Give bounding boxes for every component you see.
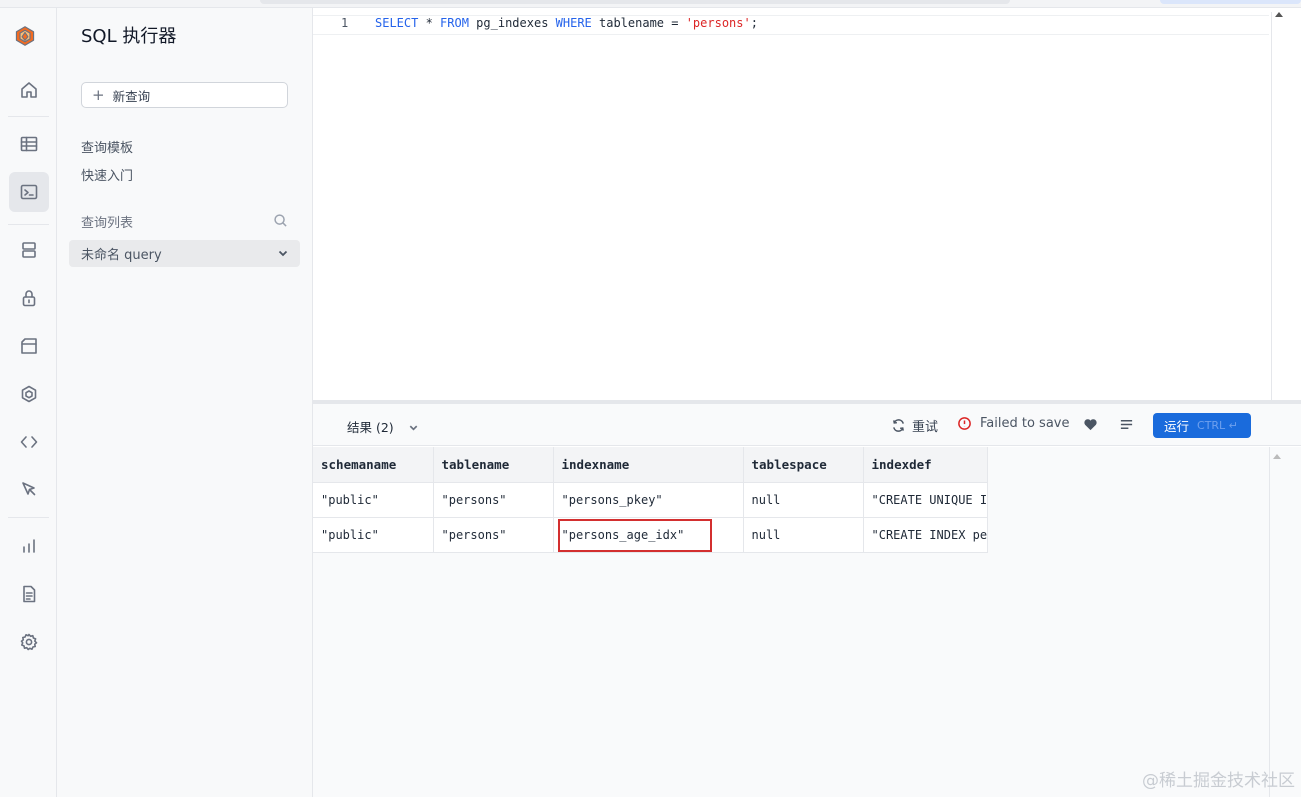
watermark: @稀土掘金技术社区: [1142, 771, 1295, 791]
sql-editor-icon[interactable]: [9, 172, 49, 212]
new-query-button[interactable]: + 新查询: [81, 82, 288, 108]
reports-chart-icon[interactable]: [15, 532, 43, 560]
results-toolbar: 结果 (2) 重试 Failed to save 运行 CTRL ↵: [313, 404, 1301, 446]
save-status: Failed to save: [957, 416, 1069, 431]
code-text: tablename =: [591, 16, 686, 30]
results-scrollbar[interactable]: [1269, 447, 1283, 797]
query-list-item[interactable]: 未命名 query: [69, 240, 300, 267]
run-label: 运行: [1164, 419, 1190, 434]
run-shortcut: CTRL ↵: [1197, 419, 1238, 432]
column-header[interactable]: tablename: [433, 447, 554, 483]
scroll-up-arrow-icon[interactable]: [1273, 454, 1281, 459]
results-count-label: 结果 (2): [347, 420, 394, 435]
plus-icon: +: [92, 85, 105, 104]
code-keyword: SELECT: [375, 16, 419, 30]
annotation-highlight-box: [558, 519, 712, 552]
code-text: pg_indexes: [468, 16, 556, 30]
icon-rail: [0, 8, 57, 797]
quickstart-link[interactable]: 快速入门: [81, 165, 133, 184]
table-cell[interactable]: "public": [313, 482, 434, 518]
edge-functions-icon[interactable]: [15, 380, 43, 408]
run-button[interactable]: 运行 CTRL ↵: [1153, 413, 1251, 438]
results-panel: schemaname tablename indexname tablespac…: [313, 447, 1301, 797]
browser-top-strip: [0, 0, 1301, 8]
results-dropdown[interactable]: 结果 (2): [347, 417, 419, 436]
rail-divider: [8, 116, 49, 117]
column-header[interactable]: schemaname: [313, 447, 434, 483]
address-bar-edge: [260, 0, 1010, 4]
code-api-icon[interactable]: [15, 428, 43, 456]
logs-document-icon[interactable]: [15, 580, 43, 608]
query-list-header: 查询列表: [81, 216, 134, 231]
table-cell[interactable]: "CREATE INDEX pe: [863, 517, 989, 553]
code-text: *: [418, 16, 441, 30]
table-cell[interactable]: "public": [313, 517, 434, 553]
rail-divider: [8, 224, 49, 225]
code-keyword: FROM: [440, 16, 469, 30]
tab-edge: [1160, 0, 1301, 4]
app-logo[interactable]: [15, 26, 43, 54]
code-keyword: WHERE: [555, 16, 592, 30]
sql-code-editor[interactable]: 1 SELECT * FROM pg_indexes WHERE tablena…: [313, 8, 1301, 402]
sql-code-line[interactable]: SELECT * FROM pg_indexes WHERE tablename…: [375, 16, 758, 30]
table-cell[interactable]: "CREATE UNIQUE I: [863, 482, 989, 518]
code-text: ;: [750, 16, 758, 30]
query-templates-link[interactable]: 查询模板: [81, 137, 133, 156]
auth-lock-icon[interactable]: [15, 284, 43, 312]
new-query-label: 新查询: [112, 88, 151, 104]
table-cell[interactable]: null: [743, 517, 864, 553]
column-header[interactable]: indexdef: [863, 447, 989, 483]
column-header[interactable]: indexname: [553, 447, 744, 483]
home-icon[interactable]: [15, 76, 43, 104]
error-icon: [958, 417, 971, 430]
storage-icon[interactable]: [15, 332, 43, 360]
table-cell[interactable]: "persons": [433, 482, 554, 518]
query-item-label: 未命名 query: [81, 248, 162, 263]
save-status-text: Failed to save: [980, 416, 1070, 431]
page-title: SQL 执行器: [81, 26, 177, 47]
editor-scrollbar[interactable]: [1271, 12, 1285, 402]
sql-sidebar: SQL 执行器 + 新查询 查询模板 快速入门 查询列表 未命名 query: [57, 8, 313, 797]
format-lines-icon[interactable]: [1119, 417, 1134, 432]
table-editor-icon[interactable]: [15, 130, 43, 158]
column-header[interactable]: tablespace: [743, 447, 864, 483]
code-string: 'persons': [685, 16, 751, 30]
refresh-icon: [893, 419, 904, 432]
retry-label: 重试: [912, 420, 939, 435]
search-icon[interactable]: [273, 213, 289, 229]
table-cell[interactable]: "persons": [433, 517, 554, 553]
favorite-heart-icon[interactable]: [1083, 417, 1098, 432]
rail-divider: [8, 517, 49, 518]
scroll-up-arrow-icon[interactable]: [1275, 12, 1283, 17]
table-row: "public" "persons" "persons_pkey" null "…: [313, 482, 989, 518]
table-header-row: schemaname tablename indexname tablespac…: [313, 447, 989, 483]
table-cell[interactable]: null: [743, 482, 864, 518]
line-number: 1: [341, 16, 349, 30]
retry-button[interactable]: 重试: [891, 416, 938, 435]
database-icon[interactable]: [15, 236, 43, 264]
chevron-down-icon[interactable]: [276, 246, 290, 260]
chevron-down-icon: [408, 421, 419, 436]
pointer-icon[interactable]: [15, 475, 43, 503]
table-cell[interactable]: "persons_pkey": [553, 482, 744, 518]
settings-gear-icon[interactable]: [15, 628, 43, 656]
